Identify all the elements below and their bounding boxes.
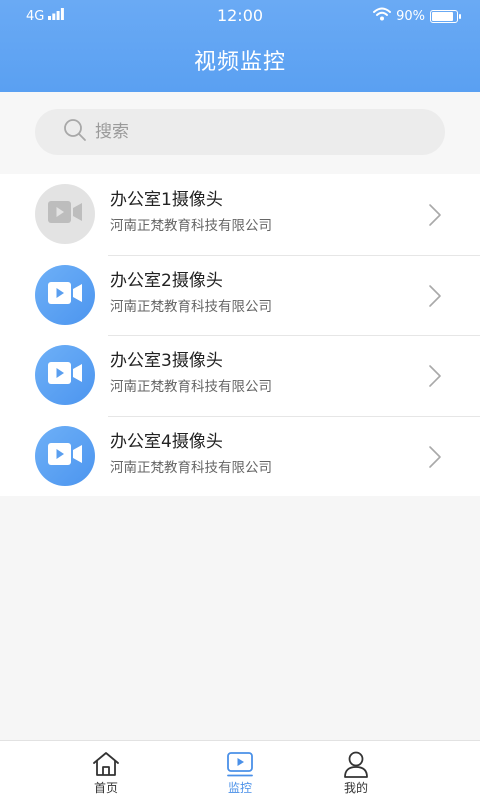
video-camera-icon: [47, 361, 83, 389]
chevron-right-icon: [428, 284, 442, 312]
search-section: [0, 92, 480, 174]
camera-avatar: [35, 184, 95, 245]
camera-list: 办公室1摄像头 河南正梵教育科技有限公司 办公室2摄像头 河南正梵教育科技有限公…: [0, 174, 480, 496]
wifi-icon: [373, 7, 392, 25]
camera-org: 河南正梵教育科技有限公司: [110, 218, 272, 234]
tab-label: 监控: [227, 781, 252, 795]
camera-avatar: [35, 345, 95, 406]
camera-list-item[interactable]: 办公室3摄像头 河南正梵教育科技有限公司: [0, 335, 480, 416]
chevron-right-icon: [428, 445, 442, 473]
tab-label: 我的: [343, 781, 368, 795]
camera-name: 办公室3摄像头: [110, 351, 223, 371]
chevron-right-icon: [428, 203, 442, 231]
camera-org: 河南正梵教育科技有限公司: [110, 298, 272, 315]
header: 4G 12:00 90% 视频监控: [0, 0, 480, 92]
tab-monitor[interactable]: 监控: [195, 741, 285, 800]
user-icon: [342, 750, 370, 778]
camera-name: 办公室2摄像头: [110, 270, 223, 291]
tab-home[interactable]: 首页: [61, 741, 151, 800]
camera-avatar: [35, 425, 95, 486]
chevron-right-icon: [428, 364, 442, 392]
tab-profile[interactable]: 我的: [311, 741, 401, 800]
video-camera-icon: [47, 281, 83, 309]
battery-icon: [430, 9, 461, 23]
search-bar[interactable]: [35, 109, 445, 155]
camera-info: 办公室1摄像头 河南正梵教育科技有限公司: [110, 188, 272, 237]
status-bar: 4G 12:00 90%: [0, 0, 480, 32]
video-camera-icon: [47, 442, 83, 470]
battery-text: 90%: [396, 8, 425, 24]
camera-name: 办公室1摄像头: [110, 190, 223, 210]
camera-list-item[interactable]: 办公室1摄像头 河南正梵教育科技有限公司: [0, 174, 480, 255]
camera-info: 办公室4摄像头 河南正梵教育科技有限公司: [110, 430, 272, 479]
camera-name: 办公室4摄像头: [110, 431, 223, 452]
video-camera-icon: [47, 200, 83, 228]
camera-org: 河南正梵教育科技有限公司: [110, 379, 272, 395]
camera-list-item[interactable]: 办公室2摄像头 河南正梵教育科技有限公司: [0, 254, 480, 336]
home-icon: [92, 750, 120, 778]
battery-fill: [432, 11, 454, 21]
camera-avatar: [35, 264, 95, 325]
camera-info: 办公室3摄像头 河南正梵教育科技有限公司: [110, 349, 272, 398]
page-title: 视频监控: [193, 50, 286, 75]
search-input[interactable]: [95, 122, 415, 142]
search-icon: [63, 118, 87, 146]
monitor-screen: 4G 12:00 90% 视频监控 搜索 办公室1摄像头 河南正梵教育科技有限公…: [0, 0, 480, 800]
video-play-icon: [226, 750, 254, 778]
camera-info: 办公室2摄像头 河南正梵教育科技有限公司: [110, 269, 272, 318]
camera-org: 河南正梵教育科技有限公司: [110, 459, 272, 476]
tab-label: 首页: [93, 781, 118, 795]
status-right: 90%: [373, 7, 461, 25]
camera-list-item[interactable]: 办公室4摄像头 河南正梵教育科技有限公司: [0, 415, 480, 497]
tab-bar: 首页 监控 我的: [0, 740, 480, 800]
